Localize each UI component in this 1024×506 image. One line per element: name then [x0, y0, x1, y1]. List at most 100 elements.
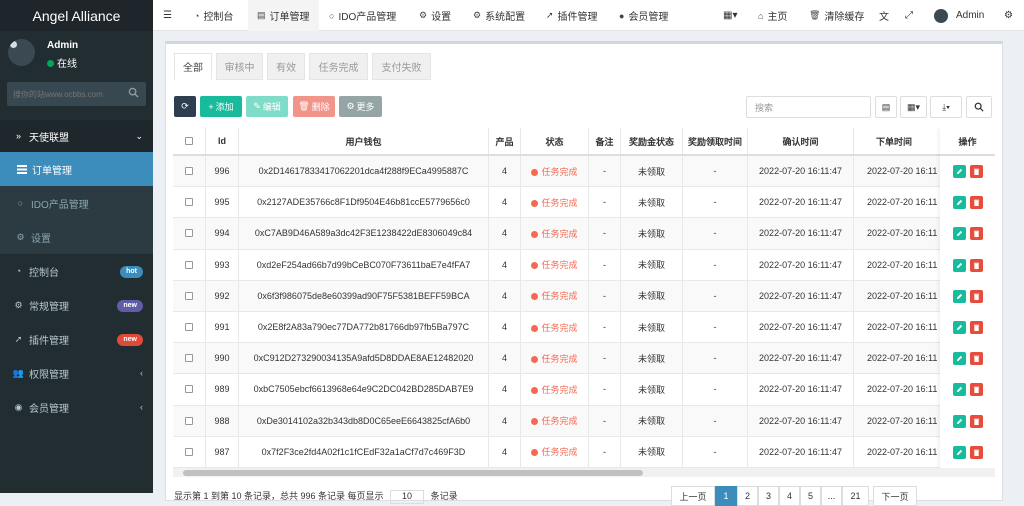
top-clear-cache[interactable]: 🗑 清除缓存: [809, 0, 864, 31]
edit-row-button[interactable]: [953, 258, 966, 272]
delete-row-button[interactable]: [970, 321, 983, 334]
export-dropdown-icon[interactable]: ⤓▾: [930, 96, 962, 118]
sidebar-item-members[interactable]: ◉ 会员管理 ‹: [0, 390, 153, 424]
toggle-view-icon[interactable]: ▤: [875, 96, 897, 118]
table-row[interactable]: 987 0x7f2F3ce2fd4A02f1c1fCEdF32a1aCf7d7c4…: [173, 436, 995, 468]
row-checkbox[interactable]: [173, 187, 205, 217]
page-link[interactable]: 1: [715, 486, 737, 506]
delete-row-button[interactable]: [970, 445, 983, 459]
add-button[interactable]: + 添加: [200, 96, 242, 117]
top-tab-settings[interactable]: ⚙ 设置: [411, 0, 459, 31]
page-link[interactable]: 5: [800, 486, 821, 506]
more-button[interactable]: ⚙ 更多: [339, 96, 382, 117]
delete-row-button[interactable]: [970, 165, 983, 178]
refresh-button[interactable]: ⟳: [174, 96, 196, 117]
grid-dropdown-icon[interactable]: ▦▾: [723, 0, 737, 31]
top-user[interactable]: Admin: [934, 0, 984, 31]
top-tab-plugins[interactable]: ➚ 插件管理: [538, 0, 606, 31]
sidebar-item-permissions[interactable]: 👥 权限管理 ‹: [0, 356, 153, 390]
row-checkbox[interactable]: [173, 343, 205, 373]
table-row[interactable]: 995 0x2127ADE35766c8F1Df9504E46b81ccE5779…: [173, 187, 995, 219]
translate-icon[interactable]: 文: [879, 0, 889, 31]
table-row[interactable]: 992 0x6f3f986075de8e60399ad90F75F5381BEFF…: [173, 280, 995, 312]
tab-payment-failed[interactable]: 支付失败: [372, 53, 431, 80]
delete-row-button[interactable]: [970, 196, 983, 210]
col-id[interactable]: Id: [205, 128, 238, 154]
delete-button[interactable]: 🗑 删除: [293, 96, 335, 117]
top-tab-dashboard[interactable]: ◔ 控制台: [186, 0, 241, 31]
tab-reviewing[interactable]: 审核中: [216, 53, 263, 80]
col-note[interactable]: 备注: [588, 128, 620, 154]
tab-completed[interactable]: 任务完成: [309, 53, 368, 80]
col-status[interactable]: 状态: [520, 128, 588, 154]
top-tab-orders[interactable]: ▤ 订单管理: [248, 0, 319, 31]
sidebar-item-general[interactable]: ⚙ 常规管理 new: [0, 288, 153, 322]
page-link[interactable]: ...: [821, 486, 842, 506]
menu-toggle-icon[interactable]: ☰: [163, 0, 177, 31]
select-all-checkbox[interactable]: [173, 128, 205, 154]
horizontal-scrollbar[interactable]: [173, 468, 995, 477]
col-product[interactable]: 产品: [488, 128, 520, 154]
page-link[interactable]: 下一页: [873, 486, 917, 506]
edit-row-button[interactable]: [953, 196, 966, 210]
top-tab-members[interactable]: ● 会员管理: [611, 0, 676, 31]
fullscreen-icon[interactable]: ⤢: [905, 0, 913, 31]
table-search-input[interactable]: 搜索: [746, 96, 871, 118]
row-checkbox[interactable]: [173, 437, 205, 467]
row-checkbox[interactable]: [173, 218, 205, 248]
tab-valid[interactable]: 有效: [267, 53, 305, 80]
row-checkbox[interactable]: [173, 406, 205, 436]
sidebar-item-dashboard[interactable]: ◔ 控制台 hot: [0, 254, 153, 288]
row-checkbox[interactable]: [173, 374, 205, 404]
search-icon[interactable]: [128, 87, 140, 99]
edit-row-button[interactable]: [953, 383, 966, 397]
edit-row-button[interactable]: [953, 165, 966, 178]
sidebar-item-settings[interactable]: ⚙ 设置: [0, 220, 153, 254]
page-link[interactable]: 2: [737, 486, 758, 506]
delete-row-button[interactable]: [970, 258, 983, 272]
col-confirm-time[interactable]: 确认时间: [747, 128, 853, 154]
delete-row-button[interactable]: [970, 414, 983, 428]
edit-row-button[interactable]: [953, 352, 966, 366]
page-size-select[interactable]: 10: [390, 489, 425, 504]
table-row[interactable]: 993 0xd2eF254ad66b7d99bCeBC070F73611baE7e…: [173, 249, 995, 281]
columns-dropdown-icon[interactable]: ▦▾: [900, 96, 927, 118]
edit-row-button[interactable]: [953, 227, 966, 241]
table-row[interactable]: 991 0x2E8f2A83a790ec77DA772b81766db97fb5B…: [173, 312, 995, 344]
row-checkbox[interactable]: [173, 156, 205, 186]
delete-row-button[interactable]: [970, 227, 983, 241]
tab-all[interactable]: 全部: [174, 53, 212, 80]
page-link[interactable]: 3: [758, 486, 779, 506]
table-row[interactable]: 989 0xbC7505ebcf6613968e64e9C2DC042BD285D…: [173, 374, 995, 406]
top-home[interactable]: ⌂ 主页: [758, 0, 787, 31]
row-checkbox[interactable]: [173, 281, 205, 311]
table-row[interactable]: 996 0x2D14617833417062201dca4f288f9ECa499…: [173, 156, 995, 188]
col-order-time[interactable]: 下单时间: [853, 128, 940, 154]
top-tab-system-config[interactable]: ⚙ 系统配置: [465, 0, 533, 31]
sidebar-item-plugins[interactable]: ➚ 插件管理 new: [0, 322, 153, 356]
delete-row-button[interactable]: [970, 383, 983, 397]
edit-row-button[interactable]: [953, 321, 966, 334]
row-checkbox[interactable]: [173, 312, 205, 342]
top-tab-ido[interactable]: ○ IDO产品管理: [321, 0, 404, 31]
sidebar-search-input[interactable]: [7, 82, 117, 106]
edit-row-button[interactable]: [953, 445, 966, 459]
col-reward-time[interactable]: 奖励领取时间: [682, 128, 747, 154]
sidebar-item-angel-alliance[interactable]: » 天使联盟 ⌄: [0, 120, 153, 152]
sidebar-item-ido[interactable]: ○ IDO产品管理: [0, 186, 153, 220]
page-link[interactable]: 上一页: [671, 486, 715, 506]
table-row[interactable]: 988 0xDe3014102a32b343db8D0C65eeE6643825c…: [173, 405, 995, 437]
page-link[interactable]: 21: [842, 486, 869, 506]
delete-row-button[interactable]: [970, 289, 983, 303]
app-logo[interactable]: Angel Alliance: [0, 0, 153, 31]
edit-button[interactable]: ✎ 编辑: [246, 96, 288, 117]
edit-row-button[interactable]: [953, 414, 966, 428]
col-reward-status[interactable]: 奖励金状态: [620, 128, 682, 154]
page-link[interactable]: 4: [779, 486, 800, 506]
col-wallet[interactable]: 用户钱包: [238, 128, 488, 154]
row-checkbox[interactable]: [173, 250, 205, 280]
advanced-search-icon[interactable]: [966, 96, 992, 118]
table-row[interactable]: 990 0xC912D273290034135A9afd5D8DDAE8AE124…: [173, 343, 995, 375]
scrollbar-thumb[interactable]: [183, 470, 643, 476]
sidebar-item-orders[interactable]: 订单管理: [0, 152, 153, 186]
